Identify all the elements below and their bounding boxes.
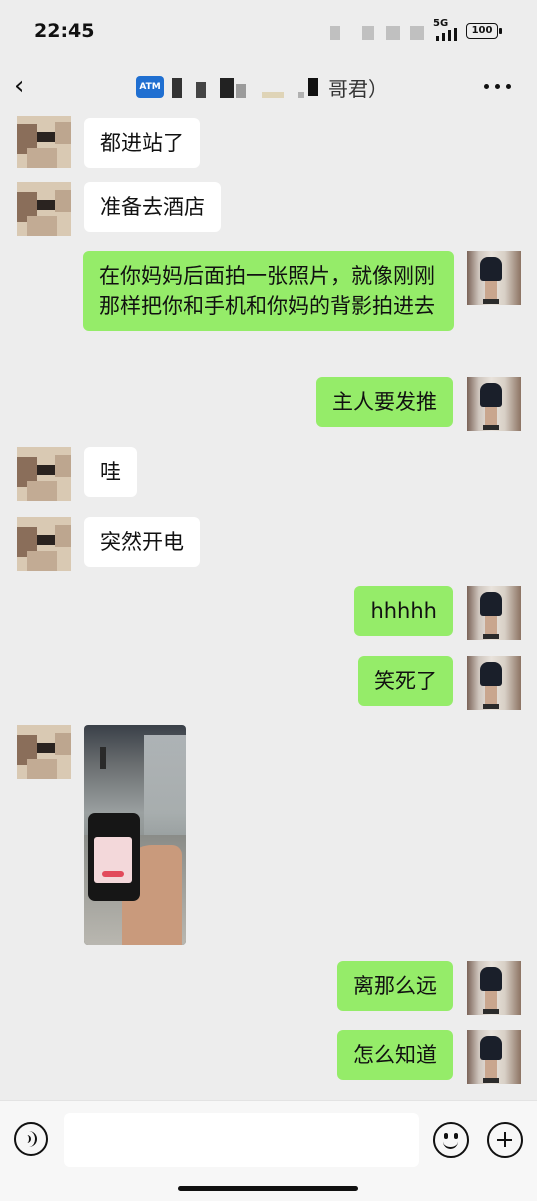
message-bubble[interactable]: 在你妈妈后面拍一张照片，就像刚刚那样把你和手机和你妈的背影拍进去 xyxy=(83,251,454,331)
status-blurred-icon xyxy=(362,26,374,40)
message-bubble[interactable]: 离那么远 xyxy=(337,961,453,1011)
battery-tip xyxy=(499,28,502,34)
self-avatar[interactable] xyxy=(467,377,521,431)
contact-avatar[interactable] xyxy=(17,182,71,236)
home-indicator[interactable] xyxy=(178,1186,358,1191)
message-input[interactable] xyxy=(64,1113,419,1167)
status-bar: 22:45 5G 100 xyxy=(0,0,537,58)
self-avatar[interactable] xyxy=(467,961,521,1015)
voice-icon[interactable] xyxy=(14,1122,48,1156)
message-bubble[interactable]: 准备去酒店 xyxy=(84,182,221,232)
status-time: 22:45 xyxy=(34,20,95,42)
self-avatar[interactable] xyxy=(467,1030,521,1084)
contact-avatar[interactable] xyxy=(17,517,71,571)
chat-title: 哥君） xyxy=(328,77,388,101)
atm-badge: ATM xyxy=(136,76,164,98)
contact-avatar[interactable] xyxy=(17,447,71,501)
status-blurred-icon xyxy=(410,26,424,40)
contact-avatar[interactable] xyxy=(17,725,71,779)
emoji-icon[interactable] xyxy=(433,1122,469,1158)
message-bubble[interactable]: 哇 xyxy=(84,447,137,497)
status-blurred-icon xyxy=(386,26,400,40)
blurred-contact-name xyxy=(170,78,320,98)
message-bubble[interactable]: 都进站了 xyxy=(84,118,200,168)
self-avatar[interactable] xyxy=(467,656,521,710)
message-bubble[interactable]: 怎么知道 xyxy=(337,1030,453,1080)
message-bubble[interactable]: hhhhh xyxy=(354,586,453,636)
message-bubble[interactable]: 主人要发推 xyxy=(316,377,453,427)
battery-icon: 100 xyxy=(466,23,498,39)
signal-icon xyxy=(436,28,460,41)
chevron-left-icon[interactable]: ‹ xyxy=(14,72,36,100)
message-bubble[interactable]: 笑死了 xyxy=(358,656,453,706)
self-avatar[interactable] xyxy=(467,251,521,305)
status-blurred-icon xyxy=(330,26,340,40)
contact-avatar[interactable] xyxy=(17,116,71,168)
chat-messages[interactable]: 都进站了 准备去酒店 在你妈妈后面拍一张照片，就像刚刚那样把你和手机和你妈的背影… xyxy=(0,116,537,1100)
plus-icon[interactable] xyxy=(487,1122,523,1158)
more-dots-icon[interactable] xyxy=(484,72,514,100)
photo-message[interactable] xyxy=(84,725,186,945)
message-bubble[interactable]: 突然开电 xyxy=(84,517,200,567)
self-avatar[interactable] xyxy=(467,586,521,640)
